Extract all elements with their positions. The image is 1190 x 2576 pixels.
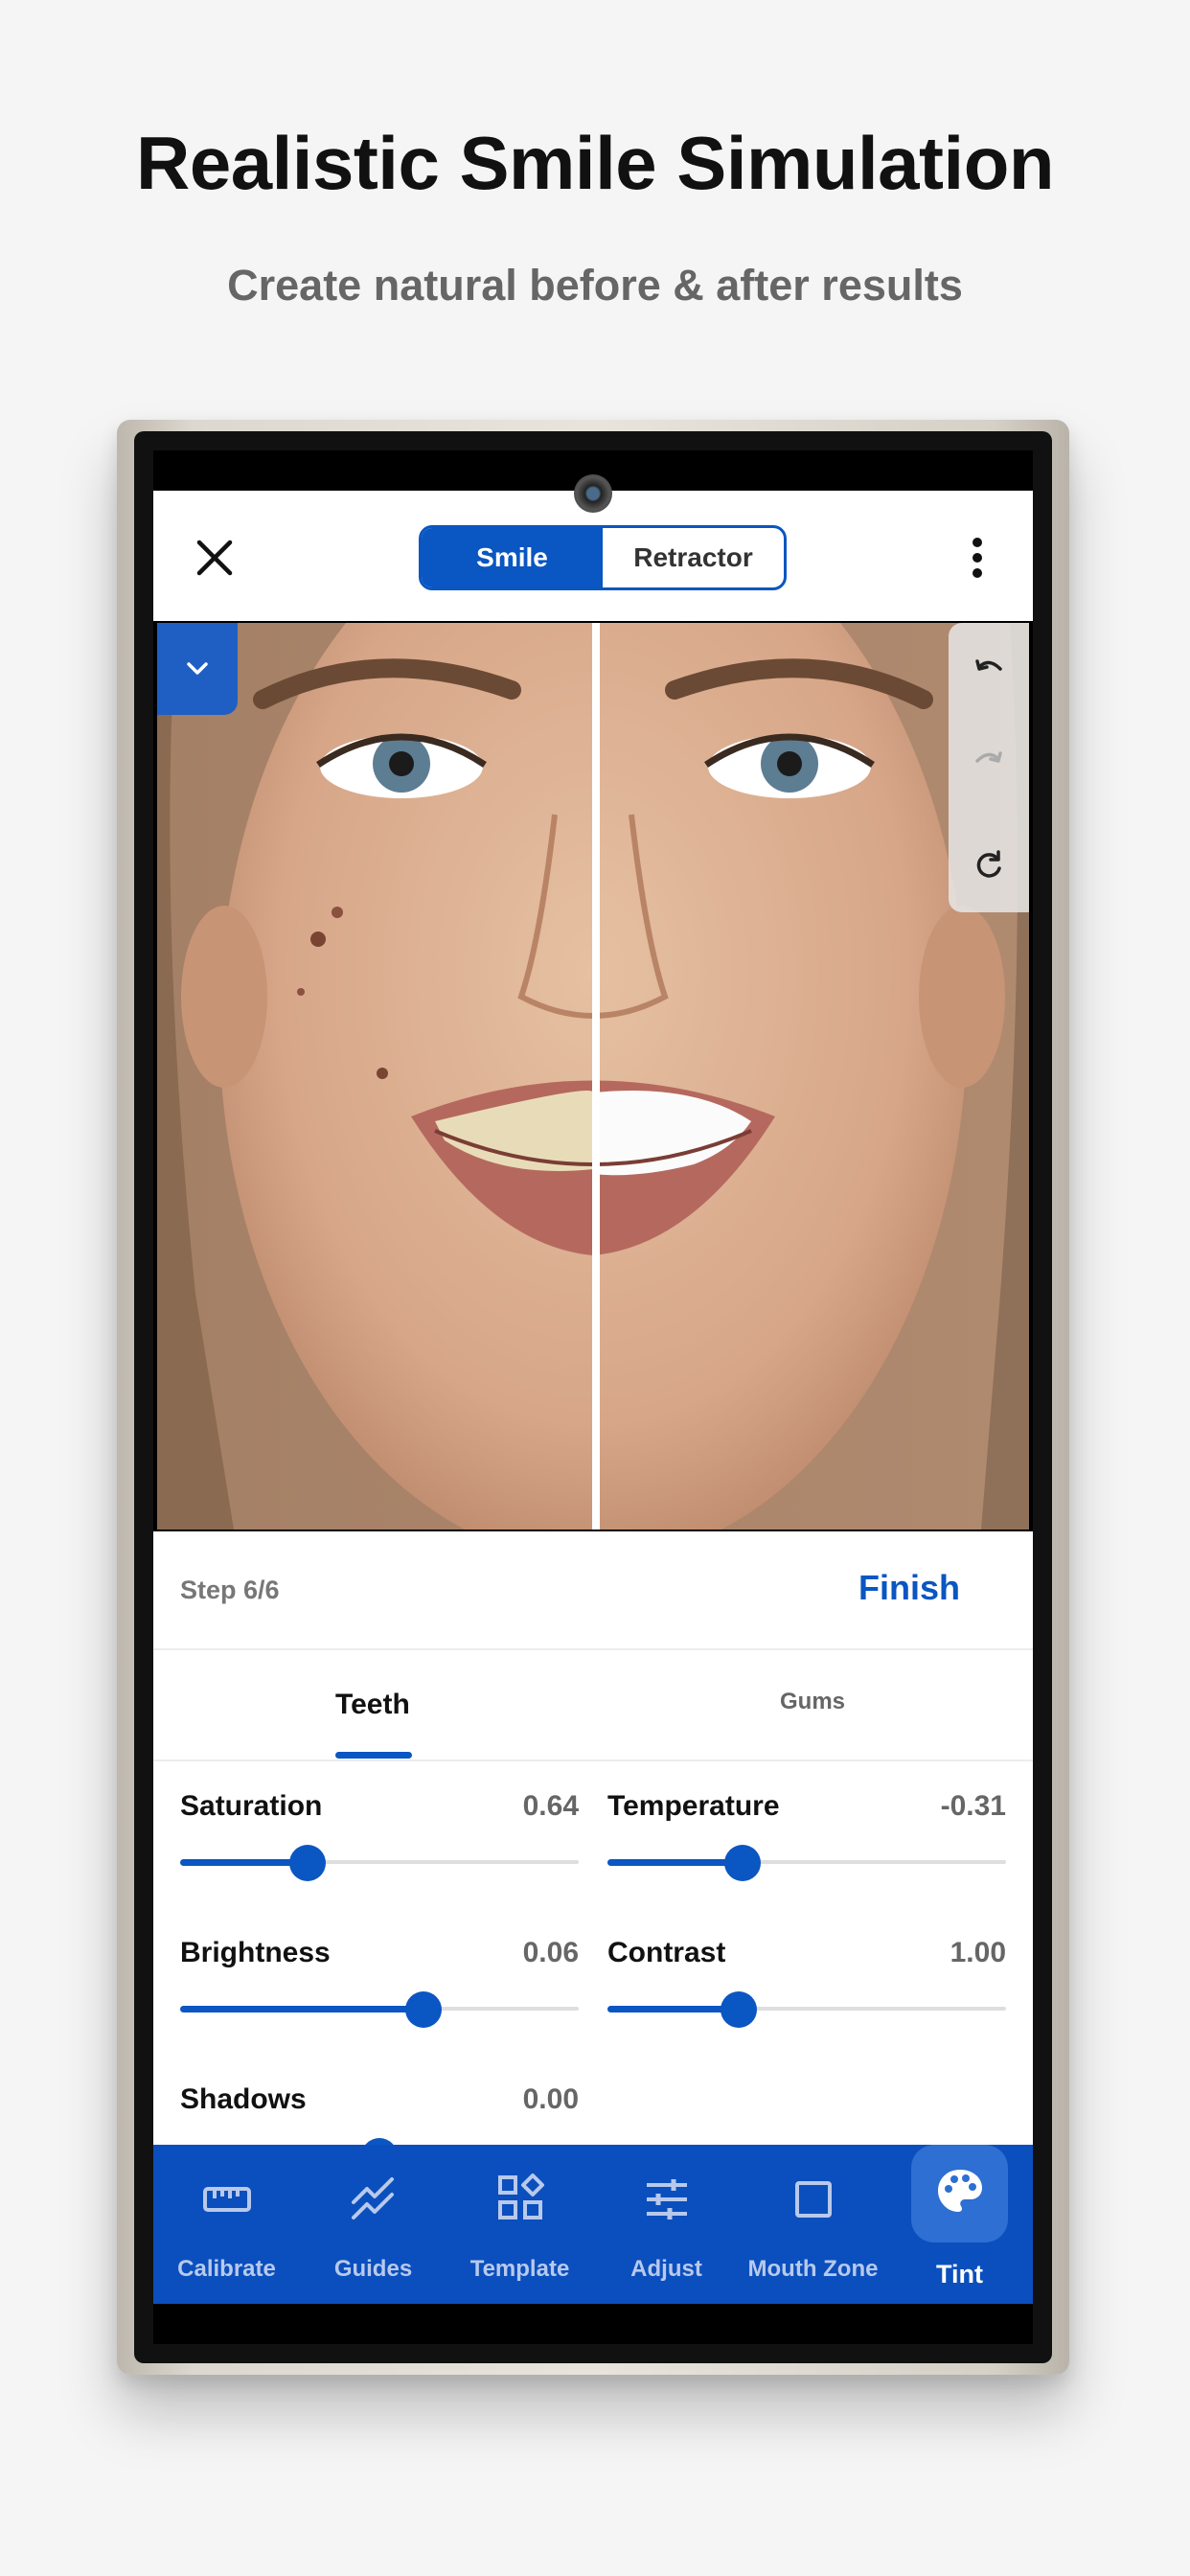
guides-icon — [351, 2177, 394, 2220]
nav-adjust[interactable]: Adjust — [593, 2145, 740, 2304]
subheadline: Create natural before & after results — [227, 261, 963, 310]
slider-label: Saturation — [180, 1790, 323, 1822]
slider-thumb[interactable] — [405, 1991, 442, 2028]
nav-tint[interactable]: Tint — [886, 2145, 1033, 2304]
headline: Realistic Smile Simulation — [136, 121, 1054, 205]
slider-fill — [607, 1859, 743, 1866]
phone-screen: Smile Retractor Step 6/6 Finish Teeth Gu… — [153, 450, 1033, 2344]
tab-teeth[interactable]: Teeth — [335, 1689, 410, 1721]
bottom-navigation: Calibrate Guides Template Adjust Mouth Z… — [153, 2145, 1033, 2304]
tint-tabs: Teeth Gums — [153, 1650, 1033, 1761]
sliders-icon — [646, 2179, 687, 2220]
square-icon — [794, 2181, 832, 2218]
slider-label: Contrast — [607, 1937, 726, 1968]
chevron-down-icon[interactable] — [157, 623, 238, 715]
slider-label: Shadows — [180, 2083, 307, 2115]
finish-button[interactable]: Finish — [858, 1568, 960, 1608]
face-illustration — [157, 623, 1029, 1530]
slider-value: -0.31 — [940, 1790, 1006, 1822]
redo-icon[interactable] — [972, 746, 1006, 780]
slider-label: Temperature — [607, 1790, 780, 1822]
slider-value: 1.00 — [950, 1937, 1006, 1968]
step-bar: Step 6/6 Finish — [153, 1531, 1033, 1650]
nav-label: Guides — [333, 2256, 413, 2282]
segment-smile[interactable]: Smile — [422, 528, 603, 587]
history-toolbar — [949, 623, 1029, 912]
slider-fill — [180, 2006, 423, 2012]
ruler-icon — [202, 2187, 251, 2212]
slider-value: 0.64 — [522, 1790, 579, 1822]
template-icon — [497, 2174, 544, 2220]
nav-label: Adjust — [630, 2256, 702, 2282]
palette-icon — [937, 2170, 982, 2212]
screen-bottom-bar — [153, 2304, 1033, 2344]
nav-guides[interactable]: Guides — [300, 2145, 446, 2304]
nav-label: Template — [469, 2256, 570, 2282]
segment-retractor[interactable]: Retractor — [603, 528, 784, 587]
nav-label: Tint — [936, 2260, 983, 2288]
slider-thumb[interactable] — [721, 1991, 757, 2028]
tab-indicator — [335, 1752, 412, 1759]
slider-fill — [607, 2006, 739, 2012]
step-counter: Step 6/6 — [180, 1576, 280, 1604]
close-icon[interactable] — [194, 537, 236, 579]
adjustment-controls: Saturation 0.64 Temperature -0.31 Bright… — [153, 1761, 1033, 2145]
before-after-photo[interactable] — [157, 623, 1029, 1530]
nav-label: Calibrate — [177, 2256, 276, 2282]
nav-calibrate[interactable]: Calibrate — [153, 2145, 300, 2304]
more-vert-icon[interactable] — [968, 535, 987, 581]
slider-thumb[interactable] — [361, 2138, 398, 2145]
slider-value: 0.00 — [522, 2083, 579, 2115]
undo-icon[interactable] — [972, 654, 1006, 688]
nav-mouth-zone[interactable]: Mouth Zone — [740, 2145, 886, 2304]
nav-template[interactable]: Template — [446, 2145, 593, 2304]
tab-gums[interactable]: Gums — [780, 1689, 845, 1715]
refresh-icon[interactable] — [972, 847, 1006, 882]
nav-label: Mouth Zone — [747, 2256, 879, 2282]
front-camera — [574, 474, 612, 513]
slider-label: Brightness — [180, 1937, 331, 1968]
slider-value: 0.06 — [522, 1937, 579, 1968]
slider-thumb[interactable] — [289, 1845, 326, 1881]
mode-segmented-control: Smile Retractor — [419, 525, 787, 590]
slider-thumb[interactable] — [724, 1845, 761, 1881]
